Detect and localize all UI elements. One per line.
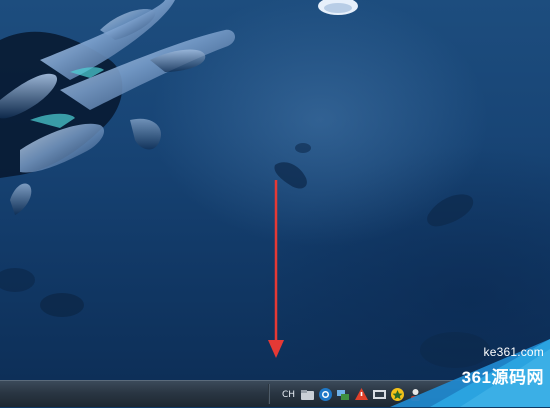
site-watermark: ke361.com 361源码网 (390, 339, 550, 407)
volume-icon[interactable] (372, 387, 387, 402)
input-method-indicator[interactable]: CH (280, 390, 297, 400)
red-arrow-annotation (268, 180, 284, 358)
watermark-domain: ke361.com (483, 345, 544, 359)
tray-separator (268, 384, 270, 404)
watermark-brand: 361源码网 (461, 368, 544, 387)
flag-icon[interactable] (354, 387, 369, 402)
network-icon[interactable] (336, 387, 351, 402)
folder-icon[interactable] (300, 387, 315, 402)
q-shield-icon[interactable] (318, 387, 333, 402)
